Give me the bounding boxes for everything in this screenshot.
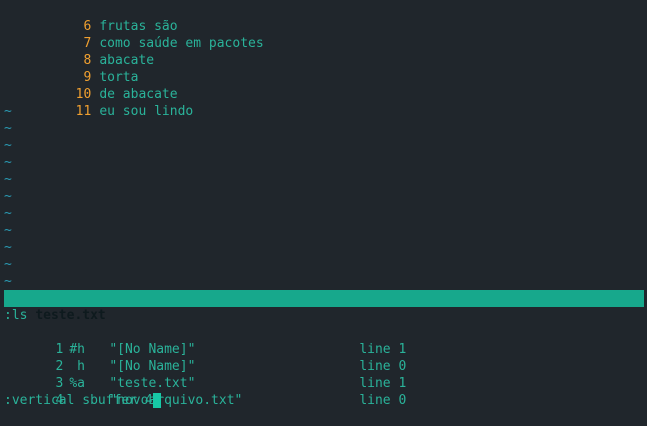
empty-line-marker: ~ — [4, 274, 12, 289]
buffer-list-row: 1 #h "[No Name]" line 1 — [4, 324, 406, 357]
statusline: teste.txt — [4, 290, 644, 323]
command-line[interactable]: :vertical sbuffer 4 — [4, 392, 161, 409]
empty-line-marker: ~ — [4, 189, 12, 204]
line-number: 11 — [75, 104, 92, 119]
empty-line-marker: ~ — [4, 257, 12, 272]
command-line-text[interactable]: :vertical sbuffer 4 — [4, 393, 153, 408]
empty-line-marker: ~ — [4, 240, 12, 255]
statusline-filename: teste.txt — [35, 308, 106, 323]
buffer-line: 11 eu sou lindo — [4, 86, 194, 119]
buffer-line: 9 torta — [4, 52, 138, 85]
buffer-list-row: 2 h "[No Name]" line 0 — [4, 341, 406, 374]
empty-line-marker: ~ — [4, 155, 12, 170]
buffer-line: 7 como saúde em pacotes — [4, 18, 263, 51]
buffer-line: 8 abacate — [4, 35, 154, 68]
empty-line-marker: ~ — [4, 121, 12, 136]
buffer-line: 10 de abacate — [4, 69, 178, 102]
empty-line-marker: ~ — [4, 206, 12, 221]
empty-line-marker: ~ — [4, 223, 12, 238]
ls-command: :ls — [4, 308, 28, 323]
buffer-line-info: line 0 — [359, 393, 407, 408]
vim-terminal[interactable]: 6 frutas são 7 como saúde em pacotes 8 abac… — [0, 0, 647, 408]
buffer-list-row: 4 "novoarquivo.txt" line 0 — [4, 375, 406, 408]
empty-line-marker: ~ — [4, 138, 12, 153]
buffer-line: 6 frutas são — [4, 1, 177, 34]
line-text: eu sou lindo — [99, 104, 194, 119]
empty-line-marker: ~ — [4, 172, 12, 187]
text-cursor — [152, 393, 161, 408]
buffer-list-row: 3 %a "teste.txt" line 1 — [4, 358, 406, 391]
empty-line-marker: ~ — [4, 104, 12, 119]
